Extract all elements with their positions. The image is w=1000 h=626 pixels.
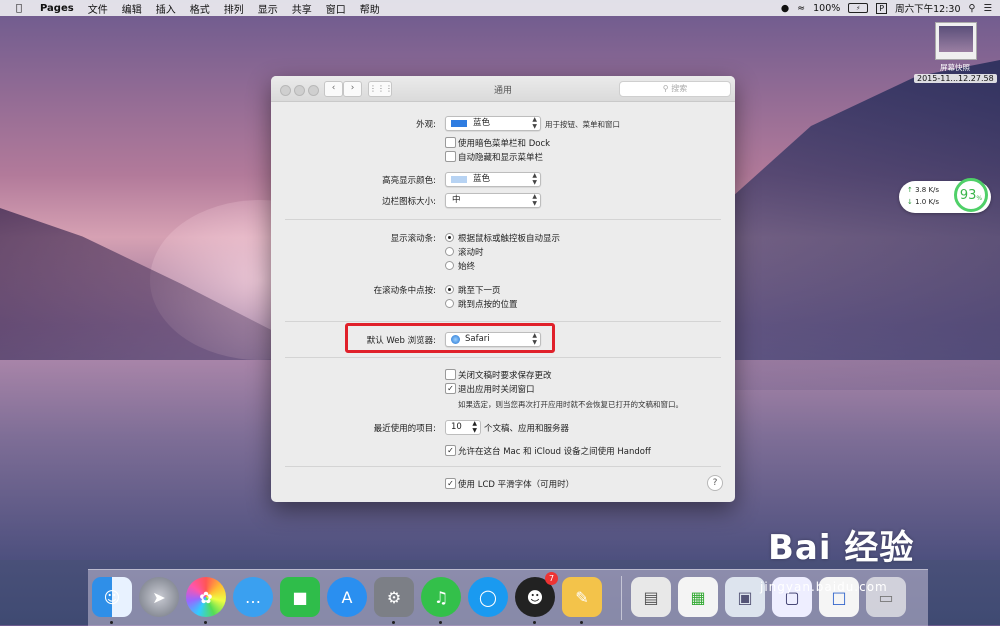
- screenshot-file-date: 2015-11...12.27.58: [914, 74, 997, 83]
- recent-items-suffix: 个文稿、应用和服务器: [484, 424, 570, 434]
- handoff-checkbox[interactable]: ✓: [445, 445, 456, 456]
- menu-edit[interactable]: 编辑: [122, 1, 142, 16]
- qq-badge: 7: [545, 572, 558, 585]
- general-preferences-window: ‹ › ⋮⋮⋮ 通用 ⚲ 搜索 外观: 蓝色 ▲ ▼ 用于按钮、菜单和窗口 使用暗…: [271, 76, 735, 502]
- scrollbars-auto-radio[interactable]: [445, 233, 454, 242]
- dock-separator: [621, 576, 622, 620]
- scrollbars-scrolling-radio[interactable]: [445, 247, 454, 256]
- click-scrollbar-label: 在滚动条中点按:: [373, 286, 436, 296]
- help-button[interactable]: ?: [707, 475, 723, 491]
- ask-save-label[interactable]: 关闭文稿时要求保存更改: [458, 369, 552, 381]
- menu-help[interactable]: 帮助: [360, 1, 380, 16]
- upload-speed: 3.8 K/s: [915, 186, 940, 194]
- spotlight-icon[interactable]: ⚲: [969, 3, 976, 14]
- appearance-color-swatch: [451, 120, 467, 127]
- popup-arrows-icon: ▲ ▼: [472, 420, 477, 434]
- red-highlight-box: [345, 323, 555, 353]
- sidebar-icon-size-popup[interactable]: 中 ▲ ▼: [445, 193, 541, 208]
- scrollbars-scrolling-label[interactable]: 滚动时: [458, 246, 484, 258]
- menubar:  Pages 文件 编辑 插入 格式 排列 显示 共享 窗口 帮助 ● ≈ 1…: [0, 0, 1000, 16]
- close-windows-checkbox[interactable]: ✓: [445, 383, 456, 394]
- menu-share[interactable]: 共享: [292, 1, 312, 16]
- window-icon[interactable]: ▣: [725, 577, 765, 617]
- popup-arrows-icon: ▲ ▼: [532, 193, 537, 207]
- close-windows-note: 如果选定，则当您再次打开应用时就不会恢复已打开的文稿和窗口。: [458, 400, 683, 409]
- popup-arrows-icon: ▲ ▼: [532, 172, 537, 186]
- qq-status-icon[interactable]: ●: [781, 3, 789, 14]
- menu-format[interactable]: 格式: [190, 1, 210, 16]
- system-preferences-icon[interactable]: ⚙: [374, 577, 414, 617]
- screenshot-file-label: 屏幕快照: [940, 63, 970, 72]
- menu-insert[interactable]: 插入: [156, 1, 176, 16]
- messages-icon[interactable]: …: [233, 577, 273, 617]
- jump-next-page-radio[interactable]: [445, 285, 454, 294]
- baidu-watermark-url: jingyan.baidu.com: [760, 580, 888, 594]
- menu-app-name[interactable]: Pages: [40, 3, 74, 14]
- appearance-popup[interactable]: 蓝色 ▲ ▼: [445, 116, 541, 131]
- lcd-smoothing-checkbox[interactable]: ✓: [445, 478, 456, 489]
- jump-to-spot-radio[interactable]: [445, 299, 454, 308]
- scrollbars-always-radio[interactable]: [445, 261, 454, 270]
- window-titlebar[interactable]: ‹ › ⋮⋮⋮ 通用 ⚲ 搜索: [271, 76, 735, 102]
- qqbrowser-icon[interactable]: ◯: [468, 577, 508, 617]
- network-speed-widget[interactable]: ↑ 3.8 K/s ↓ 1.0 K/s 93%: [899, 178, 991, 213]
- ask-save-checkbox[interactable]: [445, 369, 456, 380]
- recent-items-label: 最近使用的项目:: [373, 424, 436, 434]
- input-method-icon[interactable]: P: [876, 2, 888, 14]
- dark-menu-checkbox[interactable]: [445, 137, 456, 148]
- section-divider: [285, 466, 721, 467]
- battery-percent: 100%: [813, 2, 841, 14]
- lcd-smoothing-label[interactable]: 使用 LCD 平滑字体（可用时）: [458, 478, 574, 490]
- menu-file[interactable]: 文件: [88, 1, 108, 16]
- pages-icon[interactable]: ✎: [562, 577, 602, 617]
- preview-icon[interactable]: ▤: [631, 577, 671, 617]
- finder-icon[interactable]: ☺: [92, 577, 132, 617]
- section-divider: [285, 357, 721, 358]
- menubar-status-area: ● ≈ 100% ⚡ P 周六下午12:30 ⚲ ☰: [781, 1, 992, 15]
- menu-window[interactable]: 窗口: [326, 1, 346, 16]
- search-icon: ⚲: [662, 84, 669, 93]
- handoff-label[interactable]: 允许在这台 Mac 和 iCloud 设备之间使用 Handoff: [458, 445, 651, 457]
- photos-icon[interactable]: ✿: [186, 577, 226, 617]
- highlight-color-label: 高亮显示颜色:: [382, 176, 436, 186]
- dark-menu-label[interactable]: 使用暗色菜单栏和 Dock: [458, 137, 550, 149]
- highlight-color-swatch: [451, 176, 467, 183]
- memory-percent-circle[interactable]: 93%: [954, 178, 988, 212]
- notification-center-icon[interactable]: ☰: [983, 3, 992, 14]
- section-divider: [285, 219, 721, 220]
- numbers-icon[interactable]: ▦: [678, 577, 718, 617]
- autohide-menubar-checkbox[interactable]: [445, 151, 456, 162]
- autohide-menubar-label[interactable]: 自动隐藏和显示菜单栏: [458, 151, 543, 163]
- qqmusic-icon[interactable]: ♫: [421, 577, 461, 617]
- show-scrollbars-label: 显示滚动条:: [390, 234, 436, 244]
- highlight-color-popup[interactable]: 蓝色 ▲ ▼: [445, 172, 541, 187]
- download-speed: 1.0 K/s: [915, 198, 940, 206]
- download-arrow-icon: ↓: [907, 198, 913, 206]
- screenshot-file-icon[interactable]: [935, 22, 977, 60]
- scrollbars-auto-label[interactable]: 根据鼠标或触控板自动显示: [458, 232, 560, 244]
- appearance-label: 外观:: [416, 120, 436, 130]
- sidebar-icon-size-label: 边栏图标大小:: [382, 197, 436, 207]
- dock: ☺ ➤ ✿ … ■ A ⚙ ♫ ◯ ☻ 7 ✎ ▤ ▦ ▣ ▢ □ ▭: [88, 569, 928, 626]
- appstore-icon[interactable]: A: [327, 577, 367, 617]
- jump-next-page-label[interactable]: 跳至下一页: [458, 284, 501, 296]
- scrollbars-always-label[interactable]: 始终: [458, 260, 475, 272]
- section-divider: [285, 321, 721, 322]
- appearance-suffix: 用于按钮、菜单和窗口: [545, 120, 620, 129]
- menubar-clock[interactable]: 周六下午12:30: [895, 1, 960, 15]
- baidu-watermark: Bai 经验: [768, 528, 915, 568]
- launchpad-icon[interactable]: ➤: [139, 577, 179, 617]
- wifi-icon[interactable]: ≈: [797, 3, 805, 14]
- upload-arrow-icon: ↑: [907, 186, 913, 194]
- search-field[interactable]: ⚲ 搜索: [619, 81, 731, 97]
- close-windows-label[interactable]: 退出应用时关闭窗口: [458, 383, 535, 395]
- jump-to-spot-label[interactable]: 跳到点按的位置: [458, 298, 518, 310]
- battery-icon[interactable]: ⚡: [848, 3, 869, 13]
- menu-arrange[interactable]: 排列: [224, 1, 244, 16]
- recent-items-popup[interactable]: 10 ▲ ▼: [445, 420, 481, 435]
- popup-arrows-icon: ▲ ▼: [532, 116, 537, 130]
- apple-icon[interactable]: : [12, 3, 26, 14]
- menu-view[interactable]: 显示: [258, 1, 278, 16]
- facetime-icon[interactable]: ■: [280, 577, 320, 617]
